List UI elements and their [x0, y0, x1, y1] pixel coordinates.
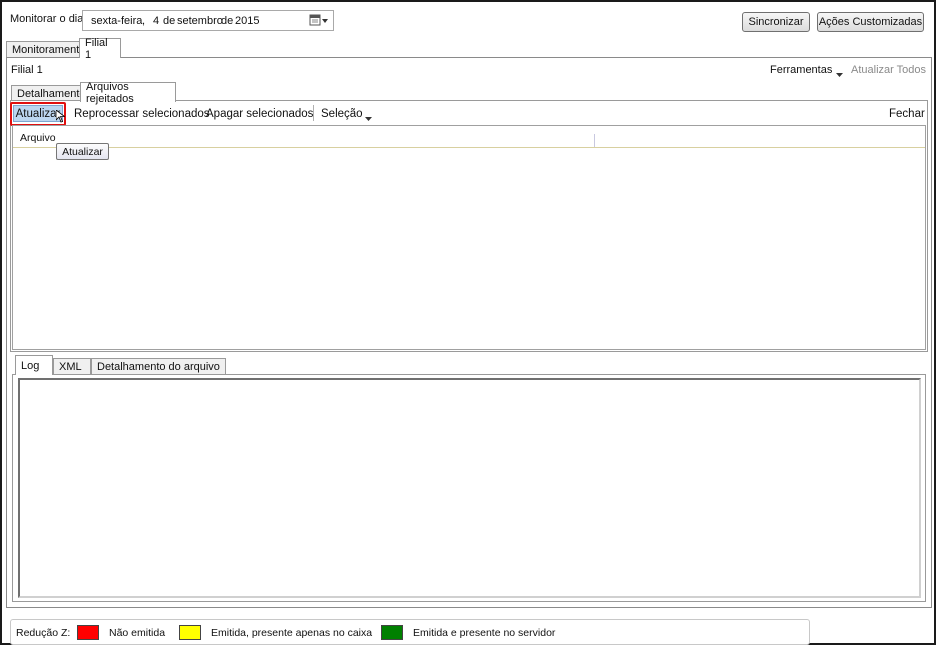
- log-text-area[interactable]: [18, 378, 921, 598]
- app-window: Monitorar o dia sexta-feira , 4 de setem…: [0, 0, 936, 645]
- legend-swatch-green: [381, 625, 403, 640]
- branch-title: Filial 1: [11, 64, 43, 76]
- mouse-cursor-icon: [55, 109, 66, 124]
- tab-detalhamento-do-arquivo-label: Detalhamento do arquivo: [97, 361, 220, 373]
- tab-filial-1-label: Filial 1: [85, 36, 108, 61]
- custom-actions-button[interactable]: Ações Customizadas: [817, 12, 924, 32]
- tab-arquivos-rejeitados[interactable]: Arquivos rejeitados: [80, 80, 176, 105]
- date-separator: ,: [142, 15, 146, 27]
- selection-menu[interactable]: Seleção: [321, 106, 363, 122]
- legend-label-cashier-only: Emitida, presente apenas no caixa: [211, 627, 373, 639]
- legend-label-not-issued: Não emitida: [109, 627, 166, 639]
- date-month[interactable]: setembro: [177, 15, 223, 27]
- update-all-button[interactable]: Atualizar Todos: [851, 64, 926, 76]
- tab-detalhamento-do-arquivo[interactable]: Detalhamento do arquivo: [91, 358, 226, 375]
- legend-swatch-yellow: [179, 625, 201, 640]
- column-divider: [594, 134, 595, 147]
- header-underline: [13, 147, 925, 148]
- close-button[interactable]: Fechar: [889, 106, 925, 122]
- tab-xml[interactable]: XML: [53, 358, 91, 375]
- selection-dropdown-icon[interactable]: [365, 112, 373, 121]
- tab-filial-1[interactable]: Filial 1: [79, 36, 121, 61]
- date-weekday[interactable]: sexta-feira: [91, 15, 142, 27]
- tab-log[interactable]: Log: [15, 355, 53, 375]
- update-tooltip: Atualizar: [56, 143, 109, 160]
- date-of-2: de: [221, 15, 234, 27]
- sync-button[interactable]: Sincronizar: [742, 12, 810, 32]
- tab-detalhamento-label: Detalhamento: [17, 87, 86, 100]
- date-year[interactable]: 2015: [235, 15, 259, 27]
- date-picker[interactable]: sexta-feira , 4 de setembro de 2015: [82, 10, 334, 31]
- column-header-arquivo[interactable]: Arquivo: [20, 132, 56, 144]
- delete-selected-button[interactable]: Apagar selecionados: [206, 106, 313, 122]
- monitor-day-label: Monitorar o dia: [10, 13, 84, 25]
- tools-dropdown-icon[interactable]: [836, 68, 844, 77]
- tab-arquivos-rejeitados-label: Arquivos rejeitados: [86, 80, 134, 105]
- date-of-1: de: [163, 15, 176, 27]
- reprocess-selected-button[interactable]: Reprocessar selecionados: [74, 106, 210, 122]
- tools-menu[interactable]: Ferramentas: [770, 64, 832, 76]
- rejected-files-grid: [12, 125, 926, 350]
- legend-title: Redução Z:: [16, 627, 71, 639]
- tab-xml-label: XML: [59, 361, 82, 373]
- date-day[interactable]: 4: [153, 15, 159, 27]
- toolbar-separator: [313, 105, 314, 121]
- calendar-dropdown-icon[interactable]: [309, 14, 329, 27]
- tab-monitoramento-label: Monitoramento: [12, 43, 86, 56]
- tab-log-label: Log: [21, 359, 40, 372]
- legend-label-on-server: Emitida e presente no servidor: [413, 627, 556, 639]
- legend-swatch-red: [77, 625, 99, 640]
